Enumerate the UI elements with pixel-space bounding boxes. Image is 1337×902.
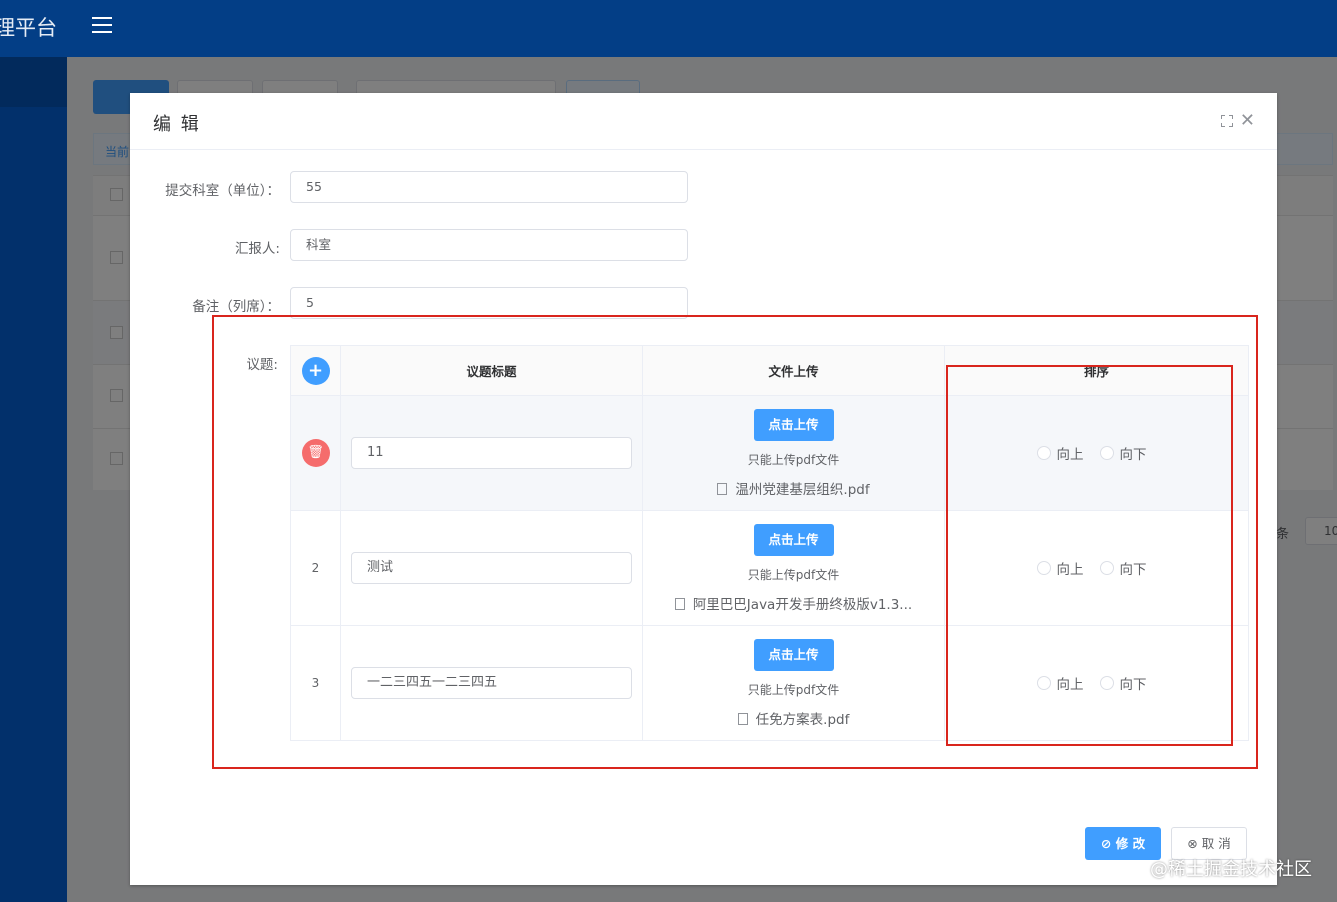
edit-dialog: 编 辑 ✕ 提交科室（单位）： 55 汇报人: 科室 备注（列席）： 5 议题:…	[130, 93, 1277, 885]
topic-title-input[interactable]: 一二三四五一二三四五	[351, 667, 632, 699]
upload-hint: 只能上传pdf文件	[747, 682, 840, 697]
move-up-label: 向上	[1056, 677, 1084, 693]
remark-input[interactable]: 5	[290, 287, 688, 319]
file-name: 温州党建基层组织.pdf	[735, 481, 870, 498]
upload-hint: 只能上传pdf文件	[747, 452, 840, 467]
col-header-sort: 排序	[944, 345, 1249, 396]
upload-button[interactable]: 点击上传	[753, 523, 834, 556]
move-down-radio[interactable]	[1099, 446, 1114, 460]
document-icon	[717, 482, 728, 495]
sort-radio-group: 向上 向下	[945, 443, 1248, 463]
submit-label: 修 改	[1115, 836, 1146, 851]
col-header-title: 议题标题	[340, 345, 643, 396]
row-index-cell: 2	[290, 510, 341, 626]
col-header-upload: 文件上传	[642, 345, 945, 396]
delete-icon[interactable]: 🗑	[301, 439, 330, 467]
app-title: 理平台	[0, 16, 57, 40]
document-icon	[737, 712, 748, 725]
cancel-circle-icon: ⊗	[1187, 836, 1202, 851]
file-name: 阿里巴巴Java开发手册终极版v1.3...	[692, 596, 913, 613]
file-name: 任免方案表.pdf	[755, 711, 850, 728]
close-icon[interactable]: ✕	[1240, 112, 1255, 130]
reporter-input[interactable]: 科室	[290, 229, 688, 261]
move-down-radio[interactable]	[1099, 676, 1114, 690]
move-down-label: 向下	[1119, 447, 1147, 463]
reporter-label: 汇报人:	[234, 241, 280, 257]
topic-title-input[interactable]: 11	[351, 437, 632, 469]
sidebar-active-item[interactable]	[0, 57, 67, 107]
check-circle-icon: ⊘	[1100, 836, 1116, 851]
uploaded-file[interactable]: 温州党建基层组织.pdf	[643, 478, 944, 498]
fullscreen-icon[interactable]	[1221, 115, 1233, 127]
upload-hint: 只能上传pdf文件	[747, 567, 840, 582]
remark-label: 备注（列席）：	[192, 299, 280, 315]
move-up-radio[interactable]	[1036, 676, 1051, 690]
table-row: 2 测试 点击上传 只能上传pdf文件 阿里巴巴Java开发手册终极版v1.3.…	[290, 510, 1249, 626]
move-up-radio[interactable]	[1036, 446, 1051, 460]
add-topic-button[interactable]: +	[301, 356, 330, 385]
row-index-cell: 🗑	[290, 395, 341, 511]
topic-title-input[interactable]: 测试	[351, 552, 632, 584]
sort-radio-group: 向上 向下	[945, 558, 1248, 578]
move-up-label: 向上	[1056, 562, 1084, 578]
sidebar	[0, 57, 67, 902]
uploaded-file[interactable]: 任免方案表.pdf	[643, 708, 944, 728]
table-header-row: + 议题标题 文件上传 排序	[290, 345, 1249, 396]
top-navbar: 理平台	[0, 0, 1337, 57]
move-up-label: 向上	[1056, 447, 1084, 463]
table-row: 🗑 11 点击上传 只能上传pdf文件 温州党建基层组织.pdf 向上 向下	[290, 395, 1249, 511]
dialog-header: 编 辑 ✕	[130, 93, 1277, 150]
move-down-radio[interactable]	[1099, 561, 1114, 575]
move-up-radio[interactable]	[1036, 561, 1051, 575]
sort-radio-group: 向上 向下	[945, 673, 1248, 693]
row-index-cell: 3	[290, 625, 341, 741]
uploaded-file[interactable]: 阿里巴巴Java开发手册终极版v1.3...	[643, 593, 944, 613]
move-down-label: 向下	[1119, 562, 1147, 578]
move-down-label: 向下	[1119, 677, 1147, 693]
department-label: 提交科室（单位）：	[165, 183, 280, 199]
add-cell: +	[290, 345, 341, 396]
topics-label: 议题:	[246, 357, 278, 373]
upload-button[interactable]: 点击上传	[753, 638, 834, 671]
dialog-title: 编 辑	[153, 114, 201, 135]
topics-table: + 议题标题 文件上传 排序 🗑 11 点击上传 只能上传pdf文件 温州党建基…	[290, 345, 1249, 741]
cancel-label: 取 消	[1201, 836, 1231, 851]
hamburger-menu-icon[interactable]	[92, 17, 112, 33]
upload-button[interactable]: 点击上传	[753, 408, 834, 441]
table-row: 3 一二三四五一二三四五 点击上传 只能上传pdf文件 任免方案表.pdf 向上…	[290, 625, 1249, 741]
watermark: @稀土掘金技术社区	[1150, 859, 1312, 880]
document-icon	[674, 597, 685, 610]
department-input[interactable]: 55	[290, 171, 688, 203]
